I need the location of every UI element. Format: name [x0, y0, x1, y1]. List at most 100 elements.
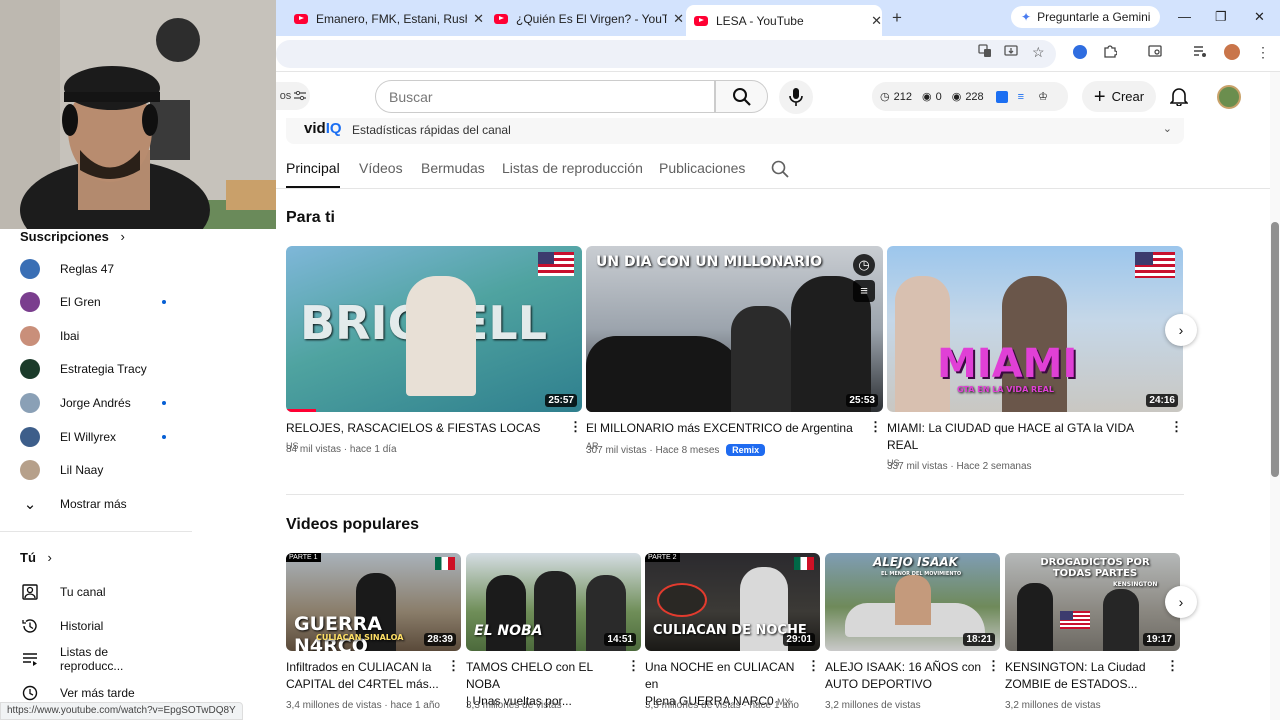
chevron-down-icon: ⌄ [23, 496, 37, 513]
channel-avatar [20, 393, 40, 413]
video-menu-icon[interactable]: ⋮ [627, 658, 640, 674]
video-meta: 307 mil vistas · Hace 8 meses Remix [586, 444, 766, 456]
media-control-icon[interactable] [1193, 44, 1207, 61]
tab-publicaciones[interactable]: Publicaciones [659, 160, 745, 176]
video-menu-icon[interactable]: ⋮ [1166, 658, 1179, 674]
us-flag-icon [538, 252, 574, 276]
add-to-queue-icon[interactable]: ≡ [853, 280, 875, 302]
tab-search-icon[interactable] [1148, 44, 1162, 61]
sidebar-sub-ibai[interactable]: Ibai [20, 325, 170, 347]
close-tab-icon[interactable]: ✕ [473, 11, 484, 27]
search-icon [733, 88, 751, 106]
sidebar-item-playlists[interactable]: Listas de reproducc... [20, 645, 170, 673]
sidebar-sub-reglas47[interactable]: Reglas 47 [20, 258, 170, 280]
video-title[interactable]: ALEJO ISAAK: 16 AÑOS con AUTO DEPORTIVO [825, 659, 985, 693]
browser-tab-2[interactable]: ¿Quién Es El Virgen? - YouTube ✕ [486, 5, 684, 32]
video-menu-icon[interactable]: ⋮ [1170, 419, 1183, 435]
chevron-right-icon: › [47, 550, 52, 565]
trophy-icon[interactable]: ♔ [1038, 90, 1048, 103]
video-menu-icon[interactable]: ⋮ [807, 658, 820, 674]
extension-vidiq-icon[interactable] [1073, 45, 1087, 59]
tab-videos[interactable]: Vídeos [359, 160, 403, 176]
youtube-header: os Buscar ◷ 212 ◉ 0 ◉ 228 ≡ ♔ + Crear [276, 72, 1280, 122]
video-menu-icon[interactable]: ⋮ [569, 419, 582, 435]
video-thumbnail[interactable]: UN DIA CON UN MILLONARIO ◷ ≡ 25:53 [586, 246, 883, 412]
sidebar-divider [0, 531, 192, 532]
video-thumbnail[interactable]: EL NOBA 14:51 [466, 553, 641, 651]
new-tab-button[interactable]: + [892, 8, 902, 28]
browser-tab-1[interactable]: Emanero, FMK, Estani, Rusherki ✕ [286, 5, 484, 32]
gemini-button[interactable]: ✦ Preguntarle a Gemini [1011, 6, 1161, 28]
eye-icon: ◉ [921, 91, 932, 103]
video-title[interactable]: Infiltrados en CULIACAN la CAPITAL del C4… [286, 659, 446, 693]
gemini-label: Preguntarle a Gemini [1037, 10, 1151, 24]
video-thumbnail[interactable]: MIAMI GTA EN LA VIDA REAL 24:16 [887, 246, 1183, 412]
video-menu-icon[interactable]: ⋮ [869, 419, 882, 435]
search-input[interactable]: Buscar [375, 80, 715, 113]
install-app-icon[interactable] [1004, 44, 1018, 61]
video-duration: 19:17 [1143, 633, 1175, 646]
video-thumbnail[interactable]: PARTE 1 GUERRA N4RCO CULIACAN SINALOA 28… [286, 553, 461, 651]
carousel-next-button[interactable]: › [1165, 586, 1197, 618]
translate-icon[interactable] [978, 44, 992, 61]
thumbnail-text: UN DIA CON UN MILLONARIO [596, 254, 823, 270]
sidebar-item-watch-later[interactable]: Ver más tarde [20, 682, 170, 704]
you-header[interactable]: Tú › [20, 550, 52, 565]
show-more-button[interactable]: ⌄ Mostrar más [20, 493, 170, 515]
window-close-icon[interactable]: ✕ [1254, 9, 1265, 25]
browser-menu-icon[interactable]: ⋮ [1256, 44, 1270, 61]
video-thumbnail[interactable]: DROGADICTOS POR TODAS PARTES KENSINGTON … [1005, 553, 1180, 651]
browser-tab-active[interactable]: LESA - YouTube ✕ [686, 5, 882, 36]
video-thumbnail[interactable]: BRICKELL 25:57 [286, 246, 582, 412]
tab-playlists[interactable]: Listas de reproducción [502, 160, 643, 176]
profile-avatar[interactable] [1224, 44, 1240, 60]
tab-principal[interactable]: Principal [286, 160, 340, 176]
subscriptions-header[interactable]: Suscripciones › [20, 229, 125, 244]
vidiq-stats-pill[interactable]: ◷ 212 ◉ 0 ◉ 228 ≡ ♔ [872, 82, 1068, 111]
thumbnail-person [486, 575, 526, 651]
vidiq-remix-badge[interactable]: Remix [726, 444, 766, 456]
watch-later-icon[interactable]: ◷ [853, 254, 875, 276]
webcam-overlay [0, 0, 276, 229]
create-button[interactable]: + Crear [1082, 81, 1156, 112]
page-scrollbar-thumb[interactable] [1271, 222, 1279, 477]
user-avatar[interactable] [1217, 85, 1241, 109]
tab-bermudas[interactable]: Bermudas [421, 160, 485, 176]
channel-avatar [20, 326, 40, 346]
sidebar-sub-jorge-andres[interactable]: Jorge Andrés [20, 392, 170, 414]
close-tab-icon[interactable]: ✕ [871, 13, 882, 29]
video-meta: 337 mil vistas · Hace 2 semanas [887, 461, 1032, 472]
list-icon[interactable]: ≡ [1018, 91, 1024, 103]
vidiq-channel-stats-bar[interactable]: vidIQ Estadísticas rápidas del canal ⌄ [286, 118, 1184, 144]
sidebar-item-your-channel[interactable]: Tu canal [20, 581, 170, 603]
address-bar[interactable] [276, 40, 1056, 68]
bookmark-star-icon[interactable]: ☆ [1032, 44, 1045, 61]
sidebar-sub-estrategia-tracy[interactable]: Estrategia Tracy [20, 358, 170, 380]
maximize-icon[interactable]: ❐ [1215, 9, 1227, 25]
video-title[interactable]: KENSINGTON: La Ciudad ZOMBIE de ESTADOS..… [1005, 659, 1165, 693]
minimize-icon[interactable]: — [1178, 9, 1191, 24]
channel-avatar [20, 292, 40, 312]
search-button[interactable] [715, 80, 768, 113]
notifications-bell-icon[interactable] [1170, 86, 1188, 106]
vidiq-badge-icon[interactable] [995, 90, 1008, 103]
voice-search-button[interactable] [779, 80, 813, 114]
sidebar-sub-lil-naay[interactable]: Lil Naay [20, 459, 170, 481]
video-duration: 28:39 [424, 633, 456, 646]
chevron-down-icon[interactable]: ⌄ [1163, 122, 1172, 135]
sidebar-sub-el-gren[interactable]: El Gren [20, 291, 170, 313]
close-tab-icon[interactable]: ✕ [673, 11, 684, 27]
extensions-puzzle-icon[interactable] [1103, 44, 1118, 61]
video-thumbnail[interactable]: ALEJO ISAAK EL MENOR DEL MOVIMIENTO 18:2… [825, 553, 1000, 651]
video-thumbnail[interactable]: PARTE 2 CULIACAN DE NOCHE 29:01 [645, 553, 820, 651]
carousel-next-button[interactable]: › [1165, 314, 1197, 346]
channel-search-icon[interactable] [771, 160, 789, 178]
sidebar-sub-el-willyrex[interactable]: El Willyrex [20, 426, 170, 448]
sidebar-item-history[interactable]: Historial [20, 615, 170, 637]
new-content-dot [162, 300, 166, 304]
video-menu-icon[interactable]: ⋮ [447, 658, 460, 674]
thumbnail-person [406, 276, 476, 396]
video-meta: 3,2 millones de vistas [825, 700, 921, 711]
video-menu-icon[interactable]: ⋮ [987, 658, 1000, 674]
filter-chip[interactable]: os [276, 82, 310, 110]
